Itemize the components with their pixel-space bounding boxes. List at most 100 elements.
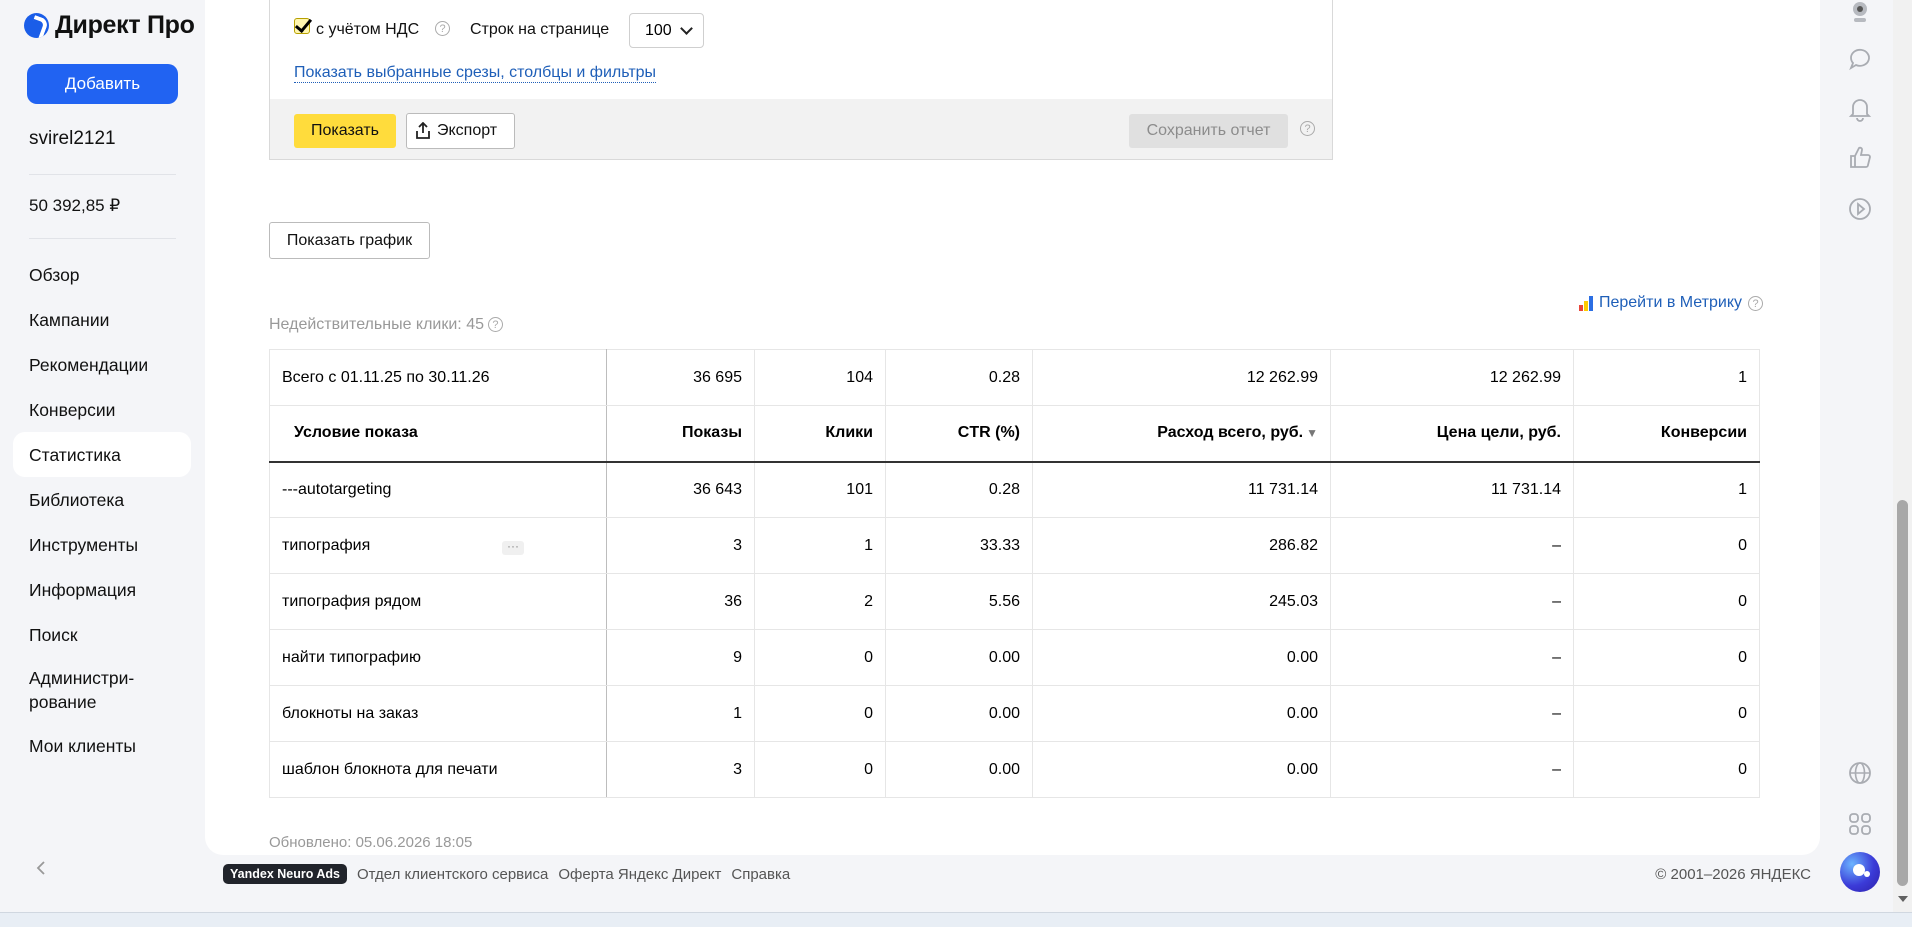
column-header[interactable]: Расход всего, руб. ▼ xyxy=(1032,405,1331,463)
alice-assistant-icon[interactable] xyxy=(1840,852,1880,892)
show-report-button[interactable]: Показать xyxy=(294,114,396,148)
column-header[interactable]: Условие показа xyxy=(269,405,607,463)
table-row-cell: 3 xyxy=(606,517,755,574)
more-options-icon[interactable]: ··· xyxy=(502,540,524,555)
apps-grid-icon[interactable] xyxy=(1847,811,1873,837)
column-header[interactable]: Показы xyxy=(606,405,755,463)
cell-text: 0 xyxy=(1738,648,1747,666)
statistics-table: Всего с 01.11.25 по 30.11.26 36 695 104 0.2… xyxy=(269,349,1760,798)
column-header[interactable]: Цена цели, руб. xyxy=(1330,405,1574,463)
footer-link-offer[interactable]: Оферта Яндекс Директ xyxy=(558,866,721,883)
cell-text: – xyxy=(1552,648,1561,666)
table-row: типография рядом 36 2 5.56 245.03 – 0 xyxy=(269,573,1760,630)
sort-desc-icon[interactable]: ▼ xyxy=(1306,426,1318,440)
cell-text: шаблон блокнота для печати xyxy=(282,760,498,778)
cell-text: 104 xyxy=(846,368,873,386)
cell-text: 286.82 xyxy=(1269,536,1318,554)
logo-text: Директ Про xyxy=(55,11,195,39)
sidebar-item-3[interactable]: Конверсии xyxy=(13,387,191,432)
help-icon[interactable]: ? xyxy=(435,21,450,36)
help-icon[interactable]: ? xyxy=(1300,121,1315,136)
show-graph-button[interactable]: Показать график xyxy=(269,222,430,259)
add-button[interactable]: Добавить xyxy=(27,64,178,104)
cell-text: Расход всего, руб. xyxy=(1157,424,1304,442)
thumbs-up-icon[interactable] xyxy=(1847,145,1873,171)
export-label: Экспорт xyxy=(437,122,498,139)
vat-label[interactable]: с учётом НДС xyxy=(316,21,419,39)
footer-link-client-service[interactable]: Отдел клиентского сервиса xyxy=(357,866,548,883)
bell-icon[interactable] xyxy=(1847,96,1873,122)
user-login[interactable]: svirel2121 xyxy=(29,128,116,150)
play-icon[interactable] xyxy=(1847,196,1873,222)
rows-per-page-label: Строк на странице xyxy=(470,21,610,38)
sidebar-item-2[interactable]: Рекомендации xyxy=(13,342,191,387)
cell-text: найти типографию xyxy=(282,648,421,666)
sidebar-item-6[interactable]: Инструменты xyxy=(13,522,191,567)
column-header[interactable]: Конверсии xyxy=(1573,405,1760,463)
sidebar-item-9[interactable]: Администри- рование xyxy=(13,657,191,723)
neuro-ads-badge[interactable]: Yandex Neuro Ads xyxy=(223,864,347,884)
cell-text: Условие показа xyxy=(294,424,418,442)
help-icon[interactable]: ? xyxy=(487,317,503,333)
cell-text: 245.03 xyxy=(1269,592,1318,610)
save-report-button[interactable]: Сохранить отчет xyxy=(1129,114,1288,148)
cell-text: 0.28 xyxy=(988,368,1020,386)
cell-text: 1 xyxy=(733,704,742,722)
show-selected-filters-link[interactable]: Показать выбранные срезы, столбцы и филь… xyxy=(294,64,657,83)
metrika-link-label: Перейти в Метрику xyxy=(1598,294,1742,311)
scroll-down-arrow[interactable] xyxy=(1898,896,1908,902)
cell-text: Конверсии xyxy=(1660,424,1747,442)
metrika-link[interactable]: Перейти в Метрику ? xyxy=(1578,294,1763,312)
footer-link-help[interactable]: Справка xyxy=(731,866,790,883)
column-header[interactable]: CTR (%) xyxy=(885,405,1033,463)
cell-text: 1 xyxy=(864,536,873,554)
table-row-cell: 36 643 xyxy=(606,461,755,518)
sidebar-item-8[interactable]: Поиск xyxy=(13,612,191,657)
panel-actions: Показать Экспорт Сохранить отчет ? xyxy=(270,99,1332,159)
sidebar-item-1[interactable]: Кампании xyxy=(13,297,191,342)
table-row-cell: 11 731.14 xyxy=(1330,461,1574,518)
sidebar-item-4[interactable]: Статистика xyxy=(13,432,191,477)
cell-text: 33.33 xyxy=(979,536,1020,554)
table-row-cell: 0 xyxy=(754,741,886,798)
table-row: блокноты на заказ 1 0 0.00 0.00 – 0 xyxy=(269,685,1760,742)
export-button[interactable]: Экспорт xyxy=(406,113,515,149)
cell-text: – xyxy=(1552,536,1561,554)
table-row-cell: 11 731.14 xyxy=(1032,461,1331,518)
table-row-cell: 0 xyxy=(1573,517,1760,574)
table-row-cell: 0.00 xyxy=(885,741,1033,798)
cell-text: 1 xyxy=(1738,480,1747,498)
logo[interactable]: Директ Про xyxy=(24,11,195,40)
table-row-cell: 0 xyxy=(1573,741,1760,798)
scrollbar-thumb[interactable] xyxy=(1897,500,1908,886)
cell-text: 0.00 xyxy=(988,760,1020,778)
cell-text: 36 643 xyxy=(693,480,742,498)
cell-text: 0 xyxy=(1738,760,1747,778)
account-balance[interactable]: 50 392,85 ₽ xyxy=(29,196,120,216)
help-icon[interactable]: ? xyxy=(1748,295,1763,311)
cell-text: 0 xyxy=(1738,592,1747,610)
column-header[interactable]: Клики xyxy=(754,405,886,463)
window-bottom-edge xyxy=(0,912,1912,927)
left-sidebar: Директ Про Добавить svirel2121 50 392,85… xyxy=(0,0,205,927)
table-row-cell: 5.56 xyxy=(885,573,1033,630)
chat-icon[interactable] xyxy=(1847,46,1873,72)
rows-per-page-select[interactable]: 100 xyxy=(629,13,704,48)
cell-text: 0 xyxy=(864,704,873,722)
chevron-down-icon xyxy=(680,22,693,35)
table-row: найти типографию 9 0 0.00 0.00 – 0 xyxy=(269,629,1760,686)
webcam-icon[interactable] xyxy=(1847,0,1873,26)
sidebar-item-10[interactable]: Мои клиенты xyxy=(13,723,191,768)
page-scrollbar[interactable] xyxy=(1893,0,1912,912)
vat-checkbox[interactable] xyxy=(294,18,310,34)
chevron-left-icon[interactable] xyxy=(31,858,51,878)
sidebar-item-7[interactable]: Информация xyxy=(13,567,191,612)
table-row: ---autotargeting 36 643 101 0.28 11 731.14 11… xyxy=(269,461,1760,518)
cell-text: – xyxy=(1552,760,1561,778)
sidebar-item-5[interactable]: Библиотека xyxy=(13,477,191,522)
cell-text: 9 xyxy=(733,648,742,666)
sidebar-item-0[interactable]: Обзор xyxy=(13,252,191,297)
globe-icon[interactable] xyxy=(1847,760,1873,786)
table-row-cell: 0.00 xyxy=(1032,685,1331,742)
table-row-cell: 0 xyxy=(754,629,886,686)
